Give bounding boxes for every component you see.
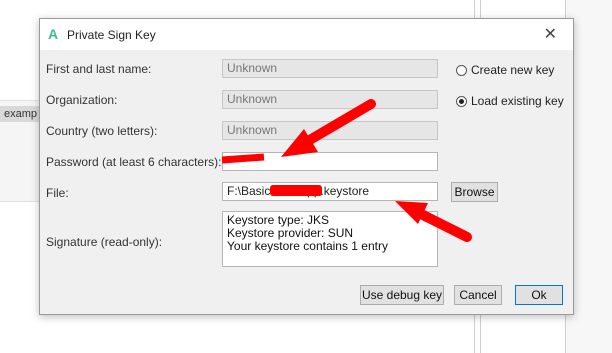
redaction-mark xyxy=(270,185,322,196)
cancel-button[interactable]: Cancel xyxy=(454,285,502,305)
name-field[interactable]: Unknown xyxy=(222,59,438,78)
app-logo-icon: A xyxy=(48,26,59,42)
private-sign-key-dialog: A Private Sign Key ✕ First and last name… xyxy=(39,18,574,315)
name-label: First and last name: xyxy=(46,62,152,76)
load-existing-key-label: Load existing key xyxy=(471,94,564,108)
dialog-title: Private Sign Key xyxy=(67,28,156,42)
close-icon[interactable]: ✕ xyxy=(544,24,557,44)
organization-field[interactable]: Unknown xyxy=(222,90,438,109)
country-field[interactable]: Unknown xyxy=(222,121,438,140)
load-existing-key-radio[interactable]: Load existing key xyxy=(456,94,564,108)
password-label: Password (at least 6 characters): xyxy=(46,155,222,169)
radio-on-icon xyxy=(456,96,467,107)
use-debug-key-button[interactable]: Use debug key xyxy=(360,285,444,305)
radio-off-icon xyxy=(456,65,467,76)
file-path-field[interactable]: F:\Basic\ pp.keystore xyxy=(222,182,438,201)
dialog-titlebar: A Private Sign Key ✕ xyxy=(40,19,573,50)
signature-line: Your keystore contains 1 entry xyxy=(227,239,388,253)
ok-button[interactable]: Ok xyxy=(515,285,563,305)
create-new-key-radio[interactable]: Create new key xyxy=(456,63,554,77)
file-label: File: xyxy=(46,186,69,200)
signature-field: Keystore type: JKS Keystore provider: SU… xyxy=(222,211,438,267)
country-label: Country (two letters): xyxy=(46,124,158,138)
organization-label: Organization: xyxy=(46,93,118,107)
browse-button[interactable]: Browse xyxy=(451,182,498,202)
signature-label: Signature (read-only): xyxy=(46,235,163,249)
create-new-key-label: Create new key xyxy=(471,63,555,77)
